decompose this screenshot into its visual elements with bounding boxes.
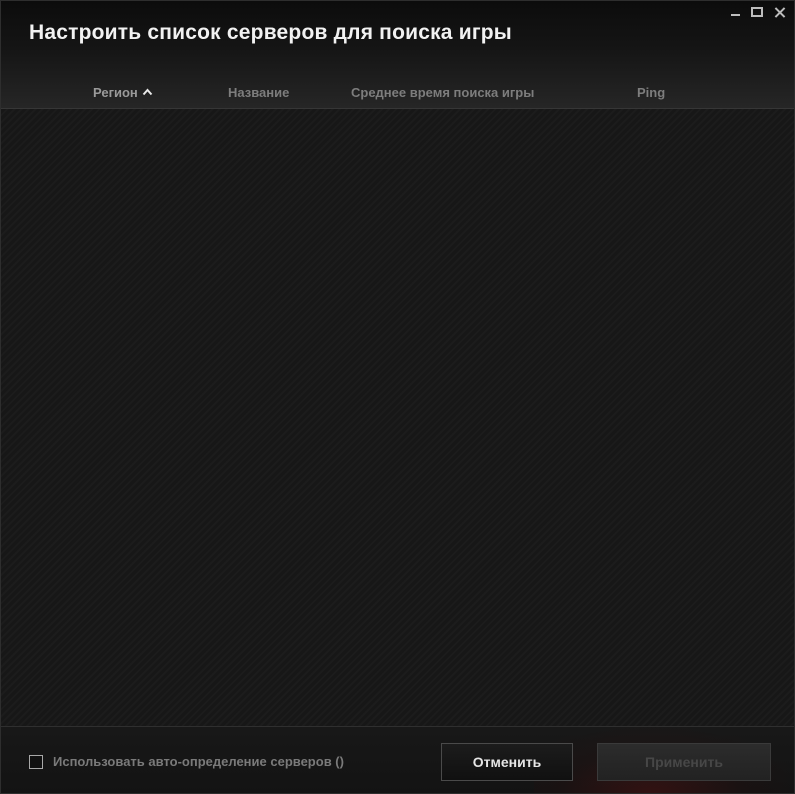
- auto-detect-label: Использовать авто-определение серверов (…: [53, 754, 344, 769]
- server-list-dialog: Настроить список серверов для поиска игр…: [0, 0, 795, 794]
- cancel-button[interactable]: Отменить: [441, 743, 573, 781]
- close-icon: [774, 7, 785, 18]
- auto-detect-checkbox[interactable]: [29, 754, 43, 769]
- dialog-header: Настроить список серверов для поиска игр…: [1, 1, 794, 109]
- minimize-button[interactable]: [726, 5, 744, 19]
- window-controls: [726, 5, 788, 19]
- apply-button[interactable]: Применить: [597, 743, 771, 781]
- maximize-button[interactable]: [748, 5, 766, 19]
- dialog-footer: Использовать авто-определение серверов (…: [1, 726, 794, 793]
- chevron-up-icon: [142, 88, 153, 96]
- server-list[interactable]: [1, 109, 794, 726]
- dialog-title: Настроить список серверов для поиска игр…: [29, 21, 512, 44]
- close-button[interactable]: [770, 5, 788, 19]
- auto-detect-checkbox-row[interactable]: Использовать авто-определение серверов (…: [29, 754, 344, 769]
- column-header-avg-search-time[interactable]: Среднее время поиска игры: [351, 85, 534, 100]
- column-header-region-label: Регион: [93, 85, 138, 100]
- column-header-ping[interactable]: Ping: [637, 85, 665, 100]
- column-header-name[interactable]: Название: [228, 85, 289, 100]
- column-header-region[interactable]: Регион: [93, 85, 153, 100]
- maximize-icon: [751, 7, 763, 17]
- minimize-icon: [730, 14, 740, 16]
- table-header: Регион Название Среднее время поиска игр…: [1, 85, 794, 103]
